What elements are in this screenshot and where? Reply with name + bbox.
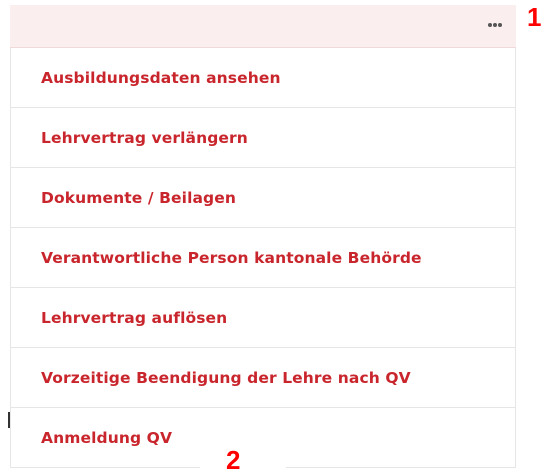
menu-item-anmeldung-qv[interactable]: Anmeldung QV [11, 408, 515, 468]
menu-item-vorzeitige-beendigung[interactable]: Vorzeitige Beendigung der Lehre nach QV [11, 348, 515, 408]
ellipsis-horizontal-icon [488, 23, 502, 27]
callout-number-1: 1 [527, 2, 542, 32]
callout-background [200, 461, 286, 471]
actions-header-bar [10, 5, 516, 48]
menu-item-dokumente-beilagen[interactable]: Dokumente / Beilagen [11, 168, 515, 228]
menu-item-ausbildungsdaten-ansehen[interactable]: Ausbildungsdaten ansehen [11, 48, 515, 108]
menu-item-lehrvertrag-aufloesen[interactable]: Lehrvertrag auflösen [11, 288, 515, 348]
more-actions-button[interactable] [480, 13, 510, 37]
menu-item-verantwortliche-person[interactable]: Verantwortliche Person kantonale Behörde [11, 228, 515, 288]
callout-number-2: 2 [226, 445, 241, 475]
left-edge-mark [8, 412, 10, 428]
screenshot-stage: 1 Ausbildungsdaten ansehen Lehrvertrag v… [0, 0, 545, 476]
actions-dropdown-menu: Ausbildungsdaten ansehen Lehrvertrag ver… [10, 48, 516, 468]
menu-item-lehrvertrag-verlaengern[interactable]: Lehrvertrag verlängern [11, 108, 515, 168]
